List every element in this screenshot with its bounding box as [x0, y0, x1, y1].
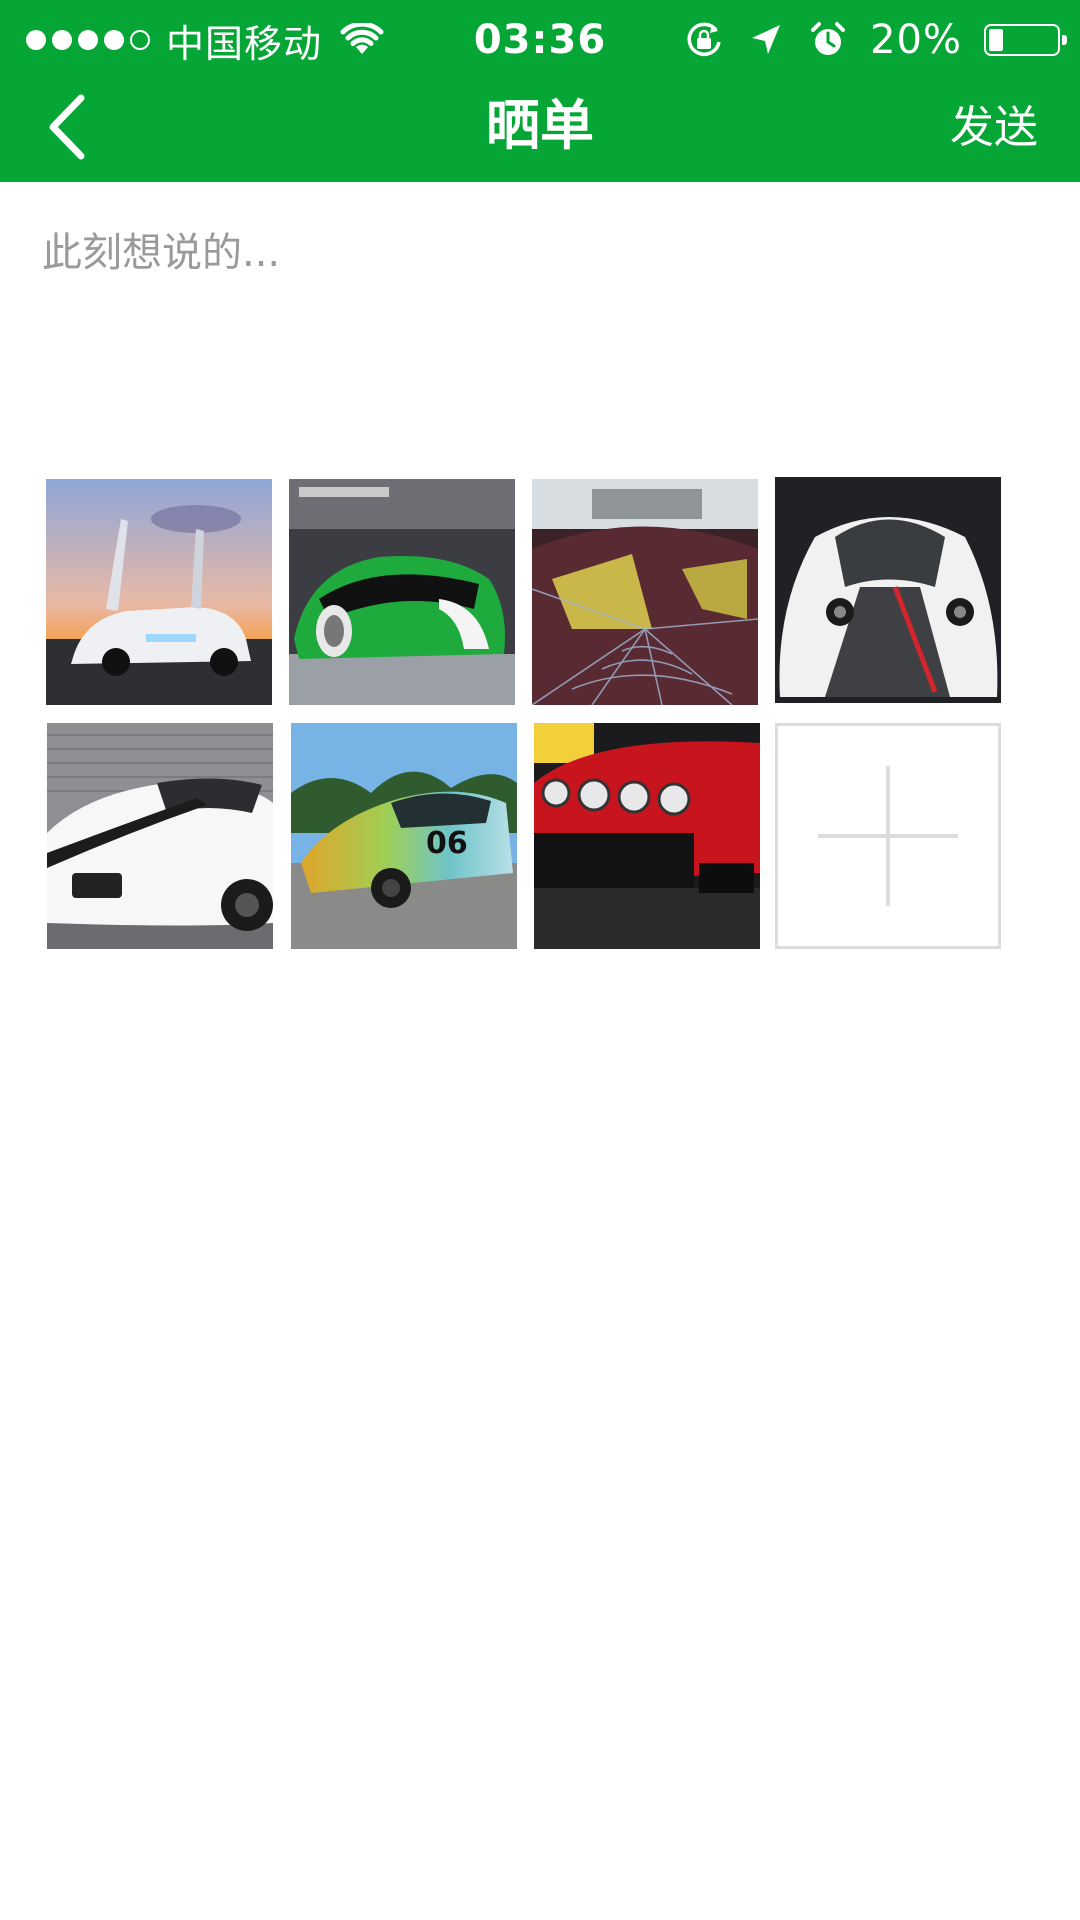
battery-percent: 20%	[870, 17, 962, 63]
photo-white-sports-car	[46, 479, 272, 705]
photo-white-ferrari	[47, 723, 273, 949]
battery-icon	[984, 24, 1067, 56]
photo-green-concept-car	[289, 479, 515, 705]
photo-thumbnail[interactable]	[47, 723, 273, 949]
send-button[interactable]: 发送	[950, 88, 1038, 168]
photo-thumbnail[interactable]	[532, 479, 758, 705]
add-photo-button[interactable]	[775, 723, 1001, 949]
battery-level-fill	[989, 29, 1004, 51]
post-text-input[interactable]	[42, 220, 1042, 440]
location-arrow-icon	[752, 25, 781, 54]
rotation-lock-icon	[687, 22, 721, 57]
status-right: 20%	[684, 14, 1067, 66]
photo-spiderweb-car	[532, 479, 758, 705]
app-header: 中国移动 03:36 20% 晒单 发送	[0, 0, 1080, 182]
photo-grid: 06	[46, 477, 1006, 949]
status-bar: 中国移动 03:36 20%	[0, 0, 1080, 80]
photo-thumbnail[interactable]: 06	[291, 723, 517, 949]
page-title: 晒单	[486, 94, 594, 157]
photo-red-mitsubishi	[534, 723, 760, 949]
photo-white-black-supercar	[775, 477, 1001, 703]
photo-thumbnail[interactable]	[775, 477, 1001, 703]
plus-icon	[886, 766, 890, 906]
nav-bar: 晒单 发送	[0, 80, 1080, 182]
photo-thumbnail[interactable]	[46, 479, 272, 705]
svg-text:06: 06	[426, 826, 468, 861]
photo-thumbnail[interactable]	[289, 479, 515, 705]
photo-race-sedan-06: 06	[291, 723, 517, 949]
battery-tip	[1062, 35, 1067, 45]
photo-thumbnail[interactable]	[534, 723, 760, 949]
alarm-icon	[811, 22, 846, 55]
